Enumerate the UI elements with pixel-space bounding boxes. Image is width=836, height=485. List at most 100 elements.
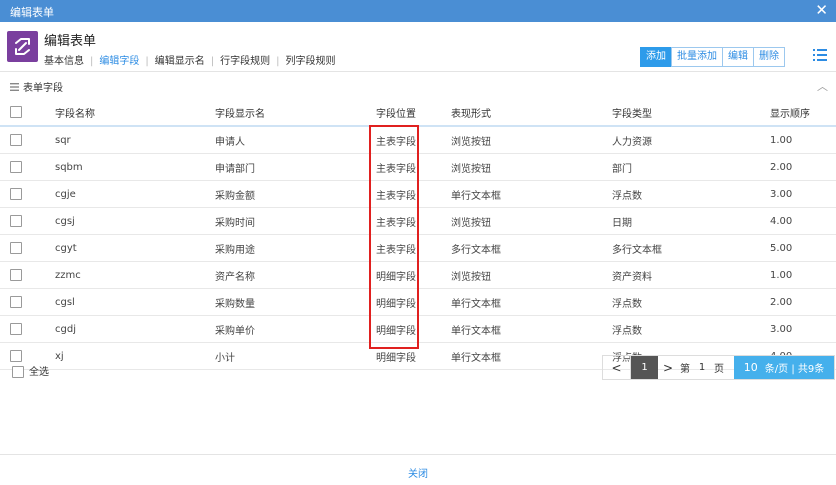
row-checkbox-cell <box>0 153 54 181</box>
page-size-summary: 条/页 | 共9条 <box>764 364 825 375</box>
cell-field-type: 部门 <box>611 153 769 181</box>
row-checkbox[interactable] <box>10 188 22 200</box>
window-title: 编辑表单 <box>10 6 54 19</box>
column-header-display-name: 字段显示名 <box>214 99 375 127</box>
section-title: 表单字段 <box>23 83 63 94</box>
table-row[interactable]: cgsj 采购时间 主表字段 浏览按钮 日期 4.00 <box>0 207 836 235</box>
cell-display-name: 采购时间 <box>214 207 375 235</box>
batch-add-button[interactable]: 批量添加 <box>671 47 723 67</box>
table-row[interactable]: cgyt 采购用途 主表字段 多行文本框 多行文本框 5.00 <box>0 234 836 262</box>
cell-field-position: 主表字段 <box>375 153 450 181</box>
tab-bar: 基本信息 | 编辑字段 | 编辑显示名 | 行字段规则 | 列字段规则 <box>44 52 336 67</box>
row-checkbox[interactable] <box>10 323 22 335</box>
row-checkbox[interactable] <box>10 242 22 254</box>
list-menu-icon[interactable] <box>812 47 828 63</box>
tab-column-field-rules[interactable]: 列字段规则 <box>286 52 336 67</box>
cell-display-name: 申请部门 <box>214 153 375 181</box>
cell-field-type: 浮点数 <box>611 288 769 316</box>
cell-field-type: 日期 <box>611 207 769 235</box>
cell-display-order: 1.00 <box>769 126 836 154</box>
row-checkbox-cell <box>0 261 54 289</box>
cell-field-name: zzmc <box>54 261 214 289</box>
cell-presentation: 浏览按钮 <box>450 126 611 154</box>
select-all-checkbox[interactable] <box>12 366 24 378</box>
row-checkbox[interactable] <box>10 134 22 146</box>
cell-presentation: 单行文本框 <box>450 342 611 370</box>
cell-field-type: 资产资料 <box>611 261 769 289</box>
page-label-di: 第 <box>680 364 690 375</box>
cell-field-type: 多行文本框 <box>611 234 769 262</box>
cell-display-order: 3.00 <box>769 180 836 208</box>
cell-field-position: 主表字段 <box>375 207 450 235</box>
cell-display-name: 采购单价 <box>214 315 375 343</box>
row-checkbox[interactable] <box>10 269 22 281</box>
hamburger-icon <box>10 83 19 94</box>
cell-presentation: 浏览按钮 <box>450 207 611 235</box>
row-checkbox-cell <box>0 126 54 154</box>
row-checkbox[interactable] <box>10 350 22 362</box>
delete-button[interactable]: 删除 <box>753 47 785 67</box>
tab-edit-fields[interactable]: 编辑字段 <box>99 52 139 67</box>
table-row[interactable]: cgje 采购金额 主表字段 单行文本框 浮点数 3.00 <box>0 180 836 208</box>
page-number-input[interactable]: 1 <box>692 356 712 379</box>
cell-presentation: 单行文本框 <box>450 180 611 208</box>
edit-button[interactable]: 编辑 <box>722 47 754 67</box>
prev-page-button[interactable]: < <box>603 356 631 379</box>
select-all-control[interactable]: 全选 <box>12 363 49 378</box>
column-header-presentation: 表现形式 <box>450 99 611 127</box>
row-checkbox[interactable] <box>10 215 22 227</box>
current-page-button[interactable]: 1 <box>631 356 658 379</box>
close-icon[interactable]: ✕ <box>815 2 828 18</box>
cell-display-order: 2.00 <box>769 288 836 316</box>
column-header-display-order: 显示顺序 <box>769 99 836 127</box>
action-toolbar: 添加 批量添加 编辑 删除 <box>640 47 785 67</box>
tab-row-field-rules[interactable]: 行字段规则 <box>220 52 270 67</box>
cell-field-name: cgsj <box>54 207 214 235</box>
divider <box>0 71 836 72</box>
form-app-icon <box>7 31 38 62</box>
cell-field-type: 人力资源 <box>611 126 769 154</box>
cell-field-name: cgje <box>54 180 214 208</box>
cell-field-name: cgsl <box>54 288 214 316</box>
row-checkbox-cell <box>0 315 54 343</box>
cell-presentation: 单行文本框 <box>450 288 611 316</box>
cell-display-name: 申请人 <box>214 126 375 154</box>
tab-basic-info[interactable]: 基本信息 <box>44 52 84 67</box>
row-checkbox[interactable] <box>10 161 22 173</box>
chevron-up-icon[interactable]: ︿ <box>817 78 828 94</box>
table-row[interactable]: sqbm 申请部门 主表字段 浏览按钮 部门 2.00 <box>0 153 836 181</box>
page-title: 编辑表单 <box>44 34 97 49</box>
cell-field-name: cgdj <box>54 315 214 343</box>
pagination: < 1 > 第 1 页 10 条/页 | 共9条 <box>602 355 835 380</box>
cell-presentation: 浏览按钮 <box>450 153 611 181</box>
select-all-label: 全选 <box>29 367 49 378</box>
page-size-value: 10 <box>743 361 758 374</box>
column-header-field-name: 字段名称 <box>54 99 214 127</box>
cell-field-name: sqr <box>54 126 214 154</box>
row-checkbox-cell <box>0 180 54 208</box>
cell-field-name: sqbm <box>54 153 214 181</box>
header-checkbox[interactable] <box>10 106 22 118</box>
cell-display-order: 4.00 <box>769 207 836 235</box>
cell-field-position: 主表字段 <box>375 180 450 208</box>
row-checkbox-cell <box>0 288 54 316</box>
cell-field-position: 明细字段 <box>375 261 450 289</box>
cell-display-name: 采购金额 <box>214 180 375 208</box>
table-row[interactable]: cgdj 采购单价 明细字段 单行文本框 浮点数 3.00 <box>0 315 836 343</box>
tab-edit-display-name[interactable]: 编辑显示名 <box>155 52 205 67</box>
divider <box>0 454 836 455</box>
close-button[interactable]: 关闭 <box>408 465 428 480</box>
fields-table: 字段名称 字段显示名 字段位置 表现形式 字段类型 显示顺序 sqr 申请人 主表字… <box>0 99 836 370</box>
table-row[interactable]: zzmc 资产名称 明细字段 浏览按钮 资产资料 1.00 <box>0 261 836 289</box>
cell-field-name: cgyt <box>54 234 214 262</box>
row-checkbox[interactable] <box>10 296 22 308</box>
tab-divider: | <box>145 56 149 67</box>
page-size-selector[interactable]: 10 条/页 | 共9条 <box>734 356 834 379</box>
table-row[interactable]: cgsl 采购数量 明细字段 单行文本框 浮点数 2.00 <box>0 288 836 316</box>
cell-display-name: 采购数量 <box>214 288 375 316</box>
cell-display-name: 采购用途 <box>214 234 375 262</box>
add-button[interactable]: 添加 <box>640 47 672 67</box>
table-row[interactable]: sqr 申请人 主表字段 浏览按钮 人力资源 1.00 <box>0 126 836 154</box>
next-page-button[interactable]: > <box>658 356 678 379</box>
tab-divider: | <box>276 56 280 67</box>
